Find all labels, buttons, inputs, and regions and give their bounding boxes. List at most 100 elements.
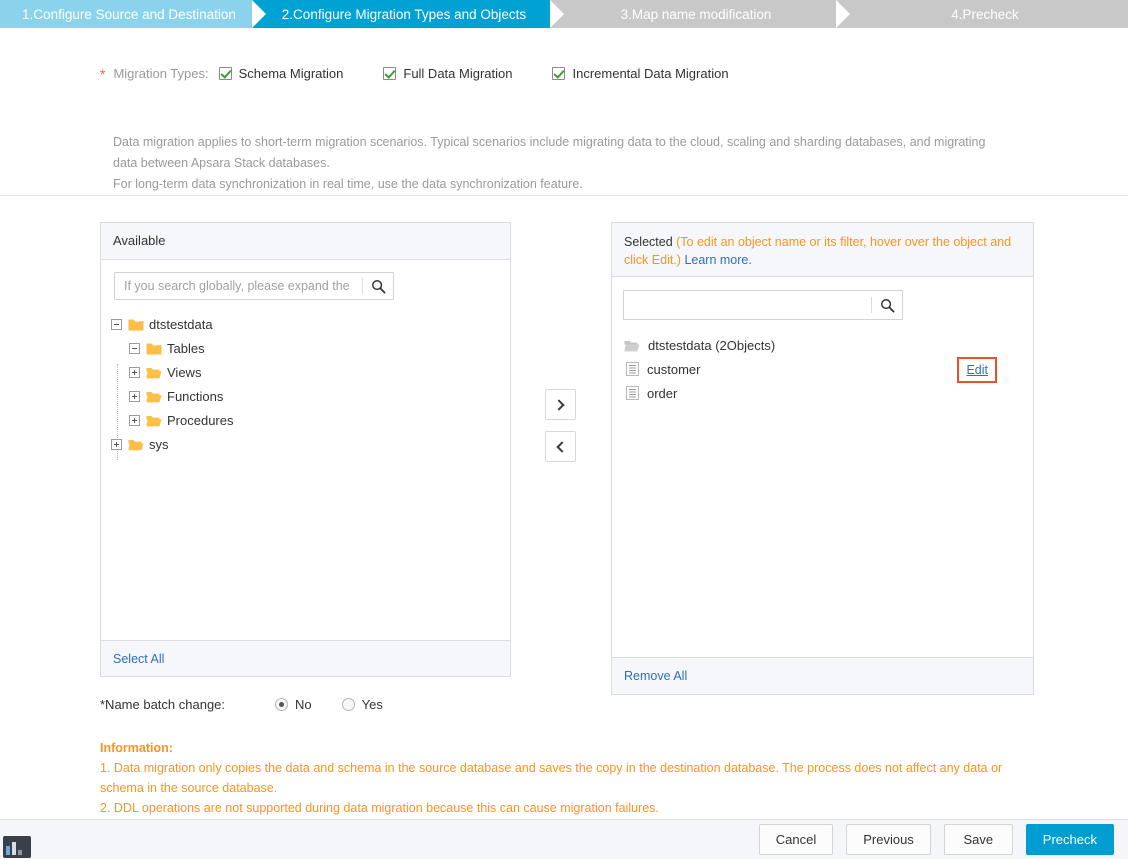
tree-node-label: Procedures: [167, 412, 234, 428]
taskbar-icon[interactable]: [3, 836, 31, 858]
step-item-1[interactable]: 1.Configure Source and Destination: [0, 0, 266, 28]
description-line-1: Data migration applies to short-term mig…: [113, 135, 986, 170]
search-icon[interactable]: [363, 279, 393, 294]
taskbar-bar-3: [18, 850, 22, 855]
precheck-button[interactable]: Precheck: [1025, 824, 1114, 855]
step-label-1: 1.Configure Source and Destination: [22, 6, 236, 22]
checkbox-label-full-data-migration: Full Data Migration: [403, 66, 513, 81]
selected-panel-header: Selected (To edit an object name or its …: [612, 223, 1033, 277]
checkmark-icon[interactable]: [218, 67, 232, 80]
expand-toggle-icon[interactable]: [129, 390, 140, 402]
expand-toggle-icon[interactable]: [111, 438, 122, 450]
taskbar-bar-2: [12, 842, 16, 855]
chevron-left-icon: [556, 440, 568, 453]
list-item-label: dtstestdata (2Objects): [648, 337, 776, 353]
list-item-label: order: [647, 385, 678, 401]
step-item-2[interactable]: 2.Configure Migration Types and Objects: [252, 0, 564, 28]
collapse-toggle-icon[interactable]: [129, 342, 140, 354]
required-asterisk-icon: *: [100, 65, 106, 82]
folder-open-icon: [128, 438, 144, 451]
folder-open-icon: [146, 414, 162, 427]
select-all-link[interactable]: Select All: [113, 652, 164, 666]
available-objects-panel: Available If you search globally, please…: [100, 222, 511, 677]
expand-toggle-icon[interactable]: [129, 414, 140, 426]
taskbar-bar-1: [6, 846, 10, 855]
information-block: Information: 1. Data migration only copi…: [100, 738, 1015, 818]
tree-node-dtstestdata[interactable]: dtstestdata: [111, 312, 233, 336]
checkbox-full-data-migration[interactable]: Full Data Migration: [383, 66, 512, 81]
selected-objects-panel: Selected (To edit an object name or its …: [611, 222, 1034, 695]
wizard-footer-bar: Cancel Previous Save Precheck: [0, 819, 1128, 859]
folder-icon: [624, 339, 640, 352]
available-panel-title: Available: [113, 233, 166, 248]
information-title: Information:: [100, 741, 173, 755]
selected-object-list: dtstestdata (2Objects) customer Edit ord…: [624, 333, 1022, 405]
edit-highlight-box: Edit: [957, 357, 997, 383]
radio-selected-icon[interactable]: [275, 698, 289, 711]
checkmark-icon[interactable]: [383, 67, 397, 80]
available-panel-footer: Select All: [101, 640, 510, 676]
wizard-step-bar: 1.Configure Source and Destination 2.Con…: [0, 0, 1128, 28]
migration-description: Data migration applies to short-term mig…: [113, 132, 1013, 195]
checkmark-icon[interactable]: [552, 67, 566, 80]
step-item-4[interactable]: 4.Precheck: [836, 0, 1128, 28]
move-right-button[interactable]: [545, 389, 576, 420]
radio-label-no: No: [295, 697, 312, 712]
folder-open-icon: [146, 390, 162, 403]
available-panel-header: Available: [101, 223, 510, 260]
available-panel-body: If you search globally, please expand th…: [101, 260, 510, 640]
name-batch-change-row: *Name batch change: No Yes: [100, 697, 413, 712]
tree-node-label: Tables: [167, 340, 205, 356]
folder-open-icon: [146, 366, 162, 379]
tree-node-procedures[interactable]: Procedures: [111, 408, 233, 432]
tree-node-views[interactable]: Views: [111, 360, 233, 384]
expand-toggle-icon[interactable]: [129, 366, 140, 378]
collapse-toggle-icon[interactable]: [111, 318, 122, 330]
list-item-customer[interactable]: customer Edit: [624, 357, 1022, 383]
information-line-1: 1. Data migration only copies the data a…: [100, 761, 1003, 795]
available-object-tree: dtstestdata Tables Views Functions Proce…: [111, 312, 233, 456]
tree-node-functions[interactable]: Functions: [111, 384, 233, 408]
migration-types-row: * Migration Types: Schema Migration Full…: [100, 66, 729, 81]
tree-node-label: sys: [149, 436, 169, 452]
tree-node-sys[interactable]: sys: [111, 432, 233, 456]
tree-node-tables[interactable]: Tables: [111, 336, 233, 360]
step-label-4: 4.Precheck: [951, 6, 1019, 22]
folder-closed-icon: [128, 318, 144, 331]
name-batch-change-label: *Name batch change:: [100, 697, 226, 712]
checkbox-schema-migration[interactable]: Schema Migration: [218, 66, 344, 81]
cancel-button[interactable]: Cancel: [758, 824, 834, 855]
step-label-2: 2.Configure Migration Types and Objects: [281, 6, 527, 22]
save-button[interactable]: Save: [943, 824, 1013, 855]
radio-yes[interactable]: Yes: [341, 697, 383, 712]
radio-no[interactable]: No: [275, 697, 312, 712]
remove-all-link[interactable]: Remove All: [624, 669, 687, 683]
selected-panel-note: (To edit an object name or its filter, h…: [624, 235, 1012, 267]
table-icon: [626, 386, 639, 400]
checkbox-incremental-data-migration[interactable]: Incremental Data Migration: [552, 66, 729, 81]
tree-node-label: dtstestdata: [149, 316, 213, 332]
previous-button[interactable]: Previous: [846, 824, 931, 855]
list-item-order[interactable]: order: [624, 381, 1022, 405]
selected-search-box[interactable]: [623, 290, 903, 320]
information-line-2: 2. DDL operations are not supported duri…: [100, 801, 659, 815]
list-item-group[interactable]: dtstestdata (2Objects): [624, 333, 1022, 357]
edit-link[interactable]: Edit: [966, 363, 988, 377]
available-search-input[interactable]: If you search globally, please expand th…: [115, 279, 362, 293]
available-search-box[interactable]: If you search globally, please expand th…: [114, 272, 394, 300]
folder-closed-icon: [146, 342, 162, 355]
checkbox-label-schema-migration: Schema Migration: [238, 66, 344, 81]
radio-unselected-icon[interactable]: [341, 698, 355, 711]
step-item-3[interactable]: 3.Map name modification: [550, 0, 850, 28]
checkbox-label-incremental-data-migration: Incremental Data Migration: [572, 66, 729, 81]
chevron-right-icon: [553, 398, 565, 411]
move-left-button[interactable]: [545, 431, 576, 462]
step-label-3: 3.Map name modification: [620, 6, 772, 22]
table-icon: [626, 362, 639, 376]
tree-node-label: Functions: [167, 388, 224, 404]
selected-panel-title: Selected: [624, 235, 673, 249]
selected-panel-body: dtstestdata (2Objects) customer Edit ord…: [612, 277, 1033, 657]
description-line-2: For long-term data synchronization in re…: [113, 177, 583, 191]
learn-more-link[interactable]: Learn more.: [684, 253, 751, 267]
search-icon[interactable]: [872, 298, 902, 313]
